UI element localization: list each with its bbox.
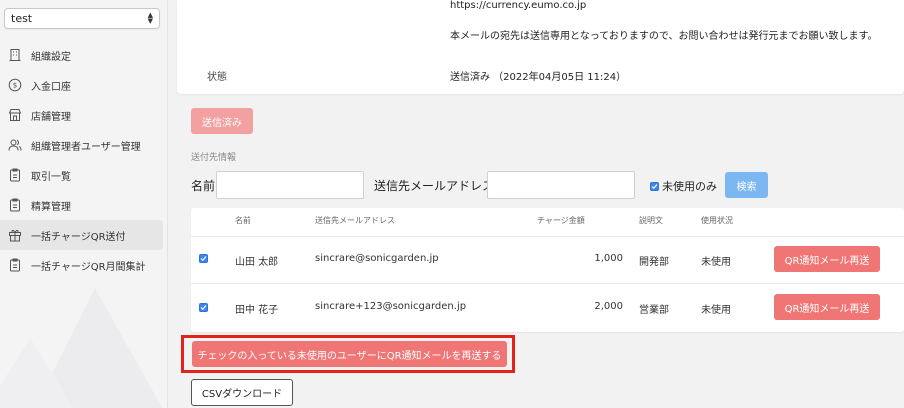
row-description: 開発部 — [639, 257, 669, 268]
sidebar-item-label: 精算管理 — [31, 201, 71, 213]
organization-select[interactable]: test ▲ ▼ — [4, 8, 160, 29]
sidebar-item-deposit-account[interactable]: $ 入金口座 — [0, 70, 163, 100]
search-button[interactable]: 検索 — [725, 172, 768, 198]
sidebar-item-label: 組織管理者ユーザー管理 — [31, 141, 141, 153]
csv-download-button[interactable]: CSVダウンロード — [191, 379, 293, 406]
row-divider — [191, 283, 904, 284]
checkbox-checked-icon — [199, 254, 208, 263]
sidebar-item-settlement[interactable]: 精算管理 — [0, 190, 163, 220]
clipboard-icon — [8, 258, 22, 272]
row-usage-status: 未使用 — [701, 257, 731, 268]
unused-only-label: 未使用のみ — [662, 180, 717, 193]
sidebar-item-label: 組織設定 — [31, 51, 71, 63]
row-name: 田中 花子 — [235, 305, 279, 316]
svg-text:$: $ — [13, 82, 17, 90]
gift-icon — [8, 228, 22, 242]
sidebar-item-label: 入金口座 — [31, 81, 71, 93]
bulk-resend-button[interactable]: チェックの入っている未使用のユーザーにQR通知メールを再送する — [192, 341, 507, 367]
row-checkbox[interactable] — [199, 303, 208, 314]
row-checkbox[interactable] — [199, 254, 208, 265]
name-label: 名前 — [191, 179, 216, 193]
column-header-name: 名前 — [235, 216, 251, 225]
sidebar-item-label: 店舗管理 — [31, 111, 71, 123]
sidebar-item-label: 一括チャージQR送付 — [31, 231, 126, 243]
status-value: 送信済み （2022年04月05日 11:24） — [450, 72, 627, 83]
row-name: 山田 太郎 — [235, 257, 279, 268]
organization-select-value: test — [11, 12, 33, 25]
unused-only-filter[interactable]: 未使用のみ — [650, 178, 717, 194]
row-email: sincrare@sonicgarden.jp — [315, 253, 439, 264]
column-header-email: 送信先メールアドレス — [315, 216, 395, 225]
column-header-amount: チャージ金額 — [537, 216, 585, 225]
main-content: https://currency.eumo.co.jp 本メールの宛先は送信専用… — [169, 0, 904, 408]
email-label: 送信先メールアドレス — [374, 179, 495, 193]
sidebar-item-label: 一括チャージQR月間集計 — [31, 261, 146, 273]
sidebar-item-label: 取引一覧 — [31, 171, 71, 183]
column-header-usage: 使用状況 — [701, 216, 733, 225]
sidebar-item-bulk-charge-qr[interactable]: 一括チャージQR送付 — [0, 220, 163, 250]
dollar-circle-icon: $ — [8, 78, 22, 92]
sidebar-item-bulk-charge-qr-monthly[interactable]: 一括チャージQR月間集計 — [0, 250, 163, 280]
clipboard-icon — [8, 198, 22, 212]
sidebar-background-decoration — [0, 288, 163, 408]
sidebar-nav: 組織設定 $ 入金口座 店舗管理 組織管理者ユーザー管理 取引一覧 精算管理 一… — [0, 40, 167, 280]
row-usage-status: 未使用 — [701, 305, 731, 316]
url-text: https://currency.eumo.co.jp — [450, 0, 587, 11]
row-amount: 2,000 — [594, 301, 623, 312]
sidebar-item-store-management[interactable]: 店舗管理 — [0, 100, 163, 130]
notice-text: 本メールの宛先は送信専用となっておりますので、お問い合わせは発行元までお願い致し… — [450, 31, 878, 42]
row-email: sincrare+123@sonicgarden.jp — [315, 301, 467, 312]
sidebar-item-admin-users[interactable]: 組織管理者ユーザー管理 — [0, 130, 163, 160]
row-amount: 1,000 — [594, 253, 623, 264]
sidebar-item-organization-settings[interactable]: 組織設定 — [0, 40, 163, 70]
sidebar-item-transactions[interactable]: 取引一覧 — [0, 160, 163, 190]
select-arrows-icon: ▲ ▼ — [147, 11, 153, 25]
resend-qr-mail-button[interactable]: QR通知メール再送 — [774, 294, 880, 320]
sidebar: test ▲ ▼ 組織設定 $ 入金口座 店舗管理 組織管理者ユーザー管理 取引… — [0, 0, 168, 408]
clipboard-icon — [8, 168, 22, 182]
users-icon — [8, 138, 22, 152]
checkbox-checked-icon — [199, 303, 208, 312]
status-label: 状態 — [207, 72, 227, 83]
name-search-input[interactable] — [216, 171, 364, 199]
detail-card: https://currency.eumo.co.jp 本メールの宛先は送信専用… — [177, 0, 904, 94]
column-header-description: 説明文 — [639, 216, 663, 225]
building-icon — [8, 48, 22, 62]
row-divider — [191, 236, 904, 237]
section-title: 送付先情報 — [191, 153, 237, 163]
row-description: 営業部 — [639, 305, 669, 316]
store-icon — [8, 108, 22, 122]
resend-qr-mail-button[interactable]: QR通知メール再送 — [774, 246, 880, 272]
sent-status-button[interactable]: 送信済み — [191, 108, 253, 134]
email-search-input[interactable] — [487, 171, 635, 199]
unused-only-checkbox[interactable] — [650, 181, 659, 191]
